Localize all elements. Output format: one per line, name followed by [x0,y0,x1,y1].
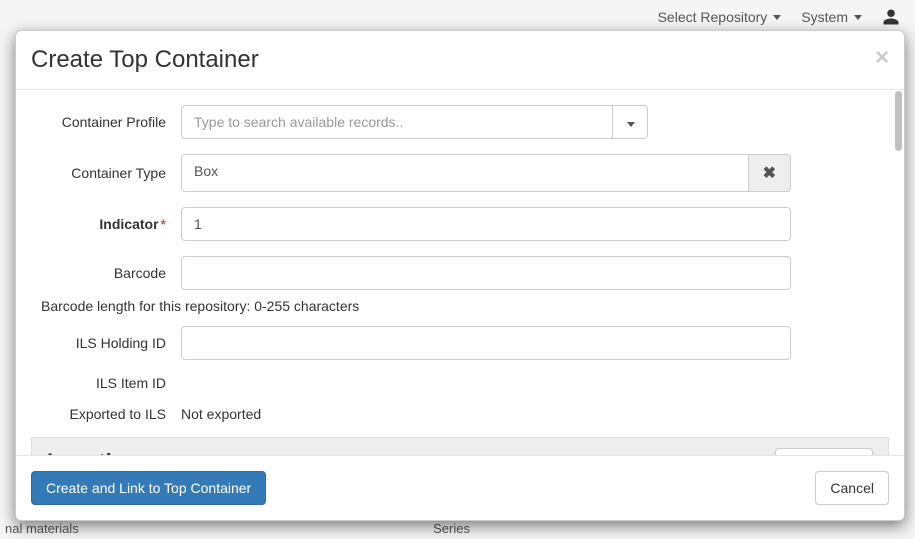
exported-to-ils-label: Exported to ILS [26,406,181,422]
close-icon: ✖ [763,163,776,183]
barcode-row: Barcode [26,256,894,290]
scrollbar-thumb[interactable] [895,91,902,151]
container-type-clear-button[interactable]: ✖ [749,154,791,192]
user-icon[interactable] [882,8,900,26]
barcode-input[interactable] [181,256,791,290]
modal-header: Create Top Container × [16,31,904,90]
ils-item-id-label: ILS Item ID [26,375,181,391]
locations-section: Locations Add Location [31,437,889,455]
ils-holding-id-row: ILS Holding ID [26,326,894,360]
caret-down-icon [627,122,635,127]
exported-to-ils-value: Not exported [181,406,261,422]
container-profile-dropdown-button[interactable] [613,105,648,139]
caret-down-icon [854,15,862,20]
container-type-label: Container Type [26,165,181,181]
backdrop-text-right: Series [433,521,470,537]
create-and-link-button[interactable]: Create and Link to Top Container [31,471,266,505]
create-top-container-modal: Create Top Container × Container Profile… [15,30,905,521]
modal-footer: Create and Link to Top Container Cancel [16,455,904,520]
modal-body: Container Profile Container Type Box ✖ [16,90,904,455]
container-type-row: Container Type Box ✖ [26,154,894,192]
container-type-select[interactable]: Box [181,154,749,192]
barcode-help-text: Barcode length for this repository: 0-25… [41,298,894,314]
exported-to-ils-row: Exported to ILS Not exported [26,406,894,422]
required-indicator: * [161,216,166,232]
ils-holding-id-input[interactable] [181,326,791,360]
container-profile-row: Container Profile [26,105,894,139]
barcode-label: Barcode [26,265,181,281]
indicator-row: Indicator* [26,207,894,241]
select-repository-label: Select Repository [658,9,768,25]
select-repository-dropdown[interactable]: Select Repository [658,9,782,25]
backdrop-text-left: nal materials [5,521,79,537]
indicator-input[interactable] [181,207,791,241]
backdrop-bottom: nal materials Series [0,519,915,539]
system-label: System [801,9,848,25]
locations-title: Locations [47,449,151,456]
indicator-label: Indicator* [26,216,181,232]
backdrop-nav: Select Repository System [643,0,915,34]
container-profile-input[interactable] [181,105,613,139]
cancel-button[interactable]: Cancel [815,471,889,505]
modal-title: Create Top Container [31,46,259,74]
system-dropdown[interactable]: System [801,9,862,25]
close-button[interactable]: × [875,46,889,70]
add-location-button[interactable]: Add Location [775,448,873,455]
container-profile-label: Container Profile [26,114,181,130]
ils-holding-id-label: ILS Holding ID [26,335,181,351]
ils-item-id-row: ILS Item ID [26,375,894,391]
caret-down-icon [773,15,781,20]
